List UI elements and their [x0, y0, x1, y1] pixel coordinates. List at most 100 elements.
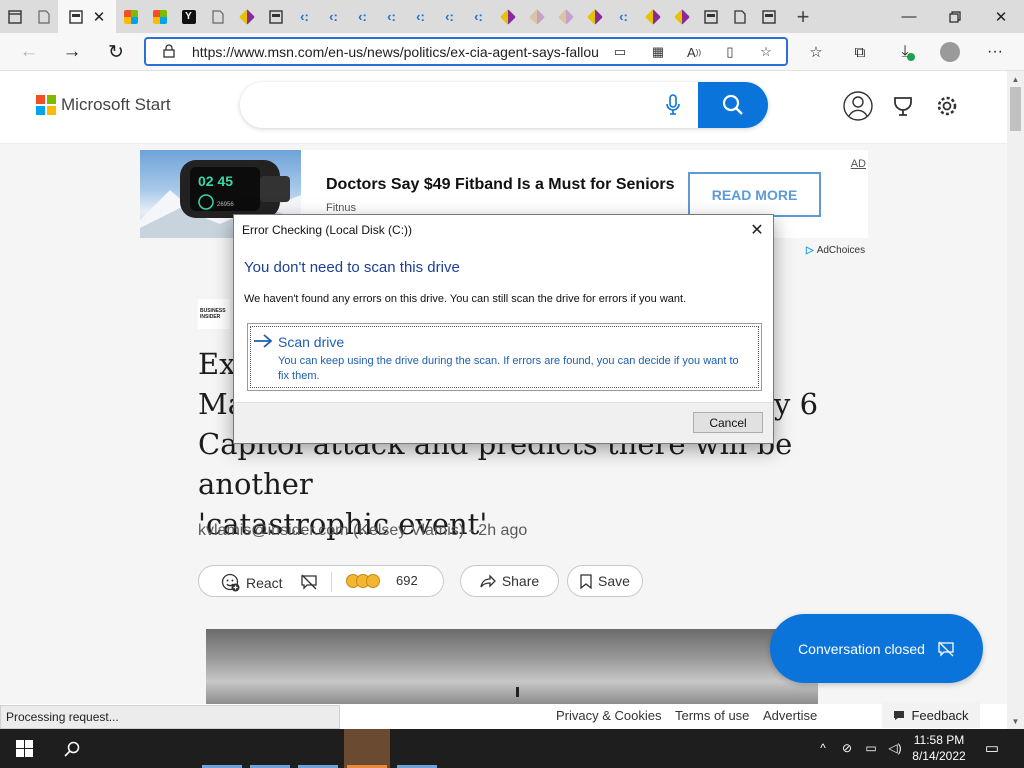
feedback-label: Feedback [911, 707, 969, 723]
tab-page[interactable] [261, 0, 290, 33]
tab-actions-icon[interactable] [0, 0, 29, 33]
site-icon [528, 8, 545, 25]
tab-yahoo[interactable]: Y [174, 0, 203, 33]
comments-disabled-icon [938, 641, 954, 657]
tab-page[interactable] [754, 0, 783, 33]
vertical-scrollbar[interactable]: ▲ ▼ [1007, 71, 1024, 729]
network-icon[interactable]: ▭ [862, 739, 880, 757]
immersive-reader-icon[interactable]: ▯ [720, 42, 740, 62]
react-button[interactable]: React [221, 573, 283, 592]
divider [331, 572, 332, 592]
tab-loading[interactable]: ‹: [609, 0, 638, 33]
adchoices-label: AdChoices [816, 245, 866, 256]
terms-link[interactable]: Terms of use [675, 708, 749, 723]
site-icon [238, 8, 255, 25]
url-text[interactable]: https://www.msn.com/en-us/news/politics/… [192, 44, 606, 60]
tab-loading[interactable]: ‹: [290, 0, 319, 33]
scroll-up-icon[interactable]: ▲ [1007, 71, 1024, 87]
tab-loading[interactable]: ‹: [377, 0, 406, 33]
adchoices-link[interactable]: ▷ AdChoices [806, 245, 865, 256]
save-button[interactable]: Save [567, 565, 643, 597]
favorites-button[interactable]: ☆ [801, 37, 831, 67]
advertise-link[interactable]: Advertise [763, 708, 817, 723]
tab-site[interactable] [667, 0, 696, 33]
system-clock[interactable]: 11:58 PM 8/14/2022 [906, 732, 972, 764]
lock-icon[interactable] [162, 44, 176, 58]
dialog-footer: Cancel [234, 402, 773, 443]
account-button[interactable] [842, 90, 874, 122]
tab-active[interactable]: ✕ [58, 0, 116, 33]
article-image[interactable] [206, 629, 818, 704]
forward-button[interactable]: → [57, 37, 87, 67]
tab-loading[interactable]: ‹: [348, 0, 377, 33]
refresh-button[interactable]: ↻ [101, 37, 131, 67]
ad-headline[interactable]: Doctors Say $49 Fitband Is a Must for Se… [326, 176, 675, 194]
tab-loading[interactable]: ‹: [319, 0, 348, 33]
scroll-down-icon[interactable]: ▼ [1007, 713, 1024, 729]
start-button[interactable] [0, 729, 48, 768]
tab-site[interactable] [493, 0, 522, 33]
tab-loading[interactable]: ‹: [464, 0, 493, 33]
search-button[interactable] [698, 82, 768, 128]
settings-button[interactable] [931, 90, 963, 122]
scroll-thumb[interactable] [1010, 87, 1021, 131]
search-input[interactable] [240, 82, 768, 128]
cancel-button[interactable]: Cancel [693, 412, 763, 433]
collections-button[interactable]: ⧉ [845, 37, 875, 67]
reaction-bar: React 692 [198, 565, 444, 597]
user-icon [843, 91, 873, 121]
app-available-icon[interactable]: ▭ [610, 42, 630, 62]
tab-site[interactable] [551, 0, 580, 33]
comments-off-button[interactable] [300, 573, 318, 591]
tab-blank[interactable] [203, 0, 232, 33]
arrow-right-icon [254, 334, 273, 348]
taskbar-search-button[interactable] [48, 729, 96, 768]
tab-blank[interactable] [29, 0, 58, 33]
brand-name[interactable]: Microsoft Start [61, 95, 171, 115]
tab-site[interactable] [522, 0, 551, 33]
notifications-icon[interactable]: ▭ [983, 739, 1001, 757]
conversation-label: Conversation closed [798, 640, 925, 657]
show-hidden-icons-chevron-icon[interactable]: ^ [814, 739, 832, 757]
close-tab-icon[interactable]: ✕ [93, 8, 106, 26]
read-more-button[interactable]: READ MORE [688, 172, 821, 217]
tab-microsoft[interactable] [116, 0, 145, 33]
address-bar[interactable]: https://www.msn.com/en-us/news/politics/… [144, 37, 788, 66]
tab-loading[interactable]: ‹: [406, 0, 435, 33]
close-window-button[interactable]: ✕ [978, 0, 1024, 33]
tab-site[interactable] [232, 0, 261, 33]
minimize-button[interactable]: — [886, 0, 932, 33]
new-tab-button[interactable]: + [783, 0, 823, 33]
tab-blank[interactable] [725, 0, 754, 33]
tab-site[interactable] [580, 0, 609, 33]
qr-code-icon[interactable]: ▦ [648, 42, 668, 62]
rewards-button[interactable] [887, 90, 919, 122]
tab-loading[interactable]: ‹: [435, 0, 464, 33]
read-aloud-icon[interactable]: A)) [684, 42, 704, 62]
dialog-close-button[interactable]: ✕ [741, 215, 773, 245]
taskbar-app-edge[interactable] [344, 729, 390, 768]
downloads-button[interactable]: ⤓ [890, 37, 920, 67]
site-icon [644, 8, 661, 25]
back-button[interactable]: ← [14, 37, 44, 67]
microsoft-logo-icon[interactable] [36, 95, 56, 115]
publisher-logo[interactable]: BUSINESS INSIDER [198, 299, 230, 329]
tab-page[interactable] [696, 0, 725, 33]
add-favorite-icon[interactable]: ☆ [756, 42, 776, 62]
restore-button[interactable] [932, 0, 978, 33]
feedback-button[interactable]: Feedback [882, 702, 980, 728]
tab-microsoft[interactable] [145, 0, 174, 33]
profile-button[interactable] [935, 37, 965, 67]
dialog-heading: You don't need to scan this drive [244, 259, 460, 276]
privacy-link[interactable]: Privacy & Cookies [556, 708, 661, 723]
ad-label[interactable]: AD [851, 158, 866, 170]
conversation-closed-button[interactable]: Conversation closed [770, 614, 983, 683]
volume-icon[interactable]: ◁) [886, 739, 904, 757]
network-disabled-icon[interactable]: ⊘ [838, 739, 856, 757]
tab-site[interactable] [638, 0, 667, 33]
share-button[interactable]: Share [460, 565, 559, 597]
settings-more-button[interactable]: ··· [980, 37, 1010, 67]
scan-drive-option[interactable]: Scan drive You can keep using the drive … [247, 323, 762, 391]
reaction-summary[interactable]: 692 [346, 573, 418, 588]
microphone-icon[interactable] [664, 94, 682, 116]
